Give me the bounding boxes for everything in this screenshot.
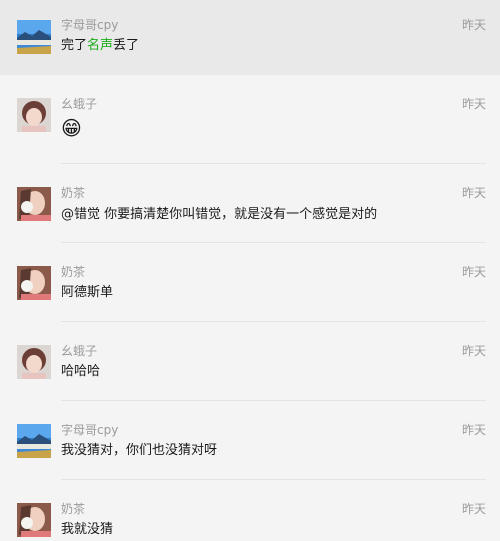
message-text: 完了名声丢了 xyxy=(61,38,139,54)
timestamp: 昨天 xyxy=(461,344,486,358)
sender-name: 奶茶 xyxy=(61,265,86,279)
sender-name: 奶茶 xyxy=(61,186,86,200)
sender-name: 字母哥cpy xyxy=(61,18,119,32)
message-row[interactable]: 奶茶 昨天 @错觉 你要搞清楚你叫错觉，就是没有一个感觉是对的 xyxy=(0,164,500,242)
message-text: 阿德斯单 xyxy=(61,285,114,300)
message-text: @错觉 你要搞清楚你叫错觉，就是没有一个感觉是对的 xyxy=(61,207,378,222)
message-text: 我没猜对，你们也没猜对呀 xyxy=(61,443,218,458)
message-text: 哈哈哈 xyxy=(61,364,101,379)
message-row[interactable]: 字母哥cpy 昨天 我没猜对，你们也没猜对呀 xyxy=(0,401,500,480)
sender-name: 幺蛾子 xyxy=(61,344,98,358)
message-text-part: 丢了 xyxy=(113,38,140,53)
timestamp: 昨天 xyxy=(461,186,486,200)
avatar-flower-girl[interactable] xyxy=(17,187,51,221)
timestamp: 昨天 xyxy=(461,97,486,111)
mention-highlight: 名声 xyxy=(87,38,114,53)
message-row[interactable]: 奶茶 昨天 我就没猜 xyxy=(0,480,500,541)
sender-name: 奶茶 xyxy=(61,502,86,516)
timestamp: 昨天 xyxy=(461,18,486,32)
sender-name: 字母哥cpy xyxy=(61,423,119,437)
avatar-flower-girl[interactable] xyxy=(17,503,51,537)
avatar-landscape[interactable] xyxy=(17,424,51,458)
emoji-message: 😁 xyxy=(61,116,82,140)
message-text: 我就没猜 xyxy=(61,522,114,537)
timestamp: 昨天 xyxy=(461,502,486,516)
message-text-part: 完了 xyxy=(61,38,88,53)
timestamp: 昨天 xyxy=(461,423,486,437)
message-row[interactable]: 奶茶 昨天 阿德斯单 xyxy=(0,243,500,322)
timestamp: 昨天 xyxy=(461,265,486,279)
message-row[interactable]: 幺蛾子 昨天 😁 xyxy=(0,76,500,164)
avatar-short-hair-girl[interactable] xyxy=(17,98,51,132)
sender-name: 幺蛾子 xyxy=(61,97,98,111)
avatar-short-hair-girl[interactable] xyxy=(17,345,51,379)
avatar-landscape[interactable] xyxy=(17,20,51,54)
message-row[interactable]: 字母哥cpy 昨天 完了名声丢了 xyxy=(0,0,500,75)
avatar-flower-girl[interactable] xyxy=(17,266,51,300)
chat-message-list[interactable]: 字母哥cpy 昨天 完了名声丢了 幺蛾子 昨天 😁 奶茶 昨天 @错觉 你要搞清… xyxy=(0,0,500,541)
message-row[interactable]: 幺蛾子 昨天 哈哈哈 xyxy=(0,322,500,401)
